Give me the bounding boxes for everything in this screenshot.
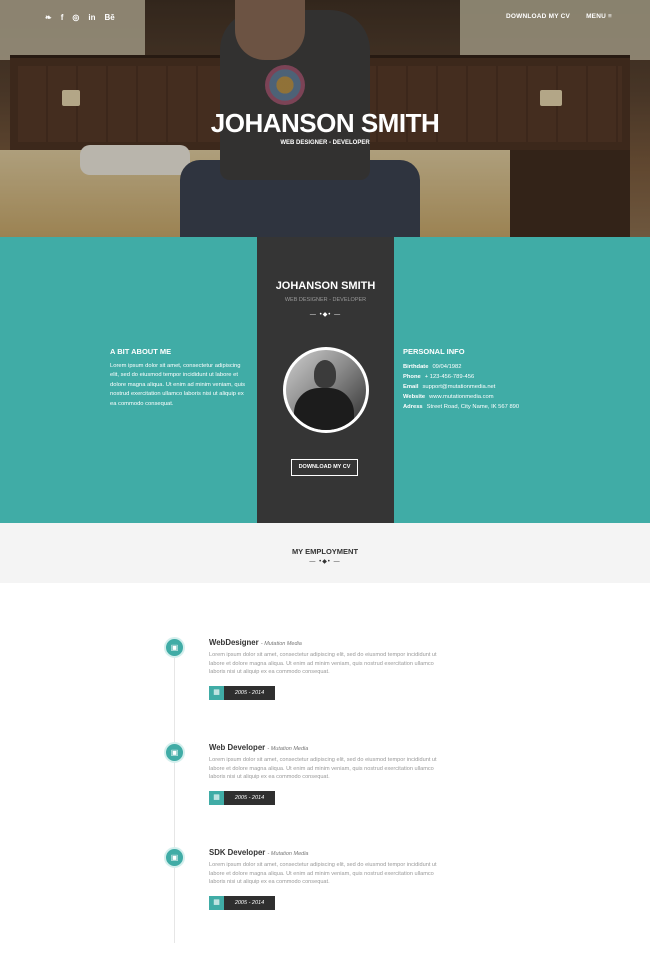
info-row-birthdate: Birthdate 09/04/1982 — [403, 364, 462, 370]
menu-button[interactable]: MENU ≡ — [586, 13, 612, 20]
job-title: WebDesigner — [209, 638, 259, 647]
job-title: SDK Developer — [209, 848, 266, 857]
calendar-icon: ▦ — [209, 896, 224, 910]
briefcase-icon: ▣ — [164, 637, 185, 658]
download-cv-button[interactable]: DOWNLOAD MY CV — [291, 459, 358, 476]
job-description: Lorem ipsum dolor sit amet, consectetur … — [209, 652, 437, 676]
behance-icon[interactable]: Bē — [104, 13, 114, 23]
hero-subtitle: WEB DESIGNER - DEVELOPER — [280, 140, 370, 146]
job-title-line: WebDesigner - Mutation Media — [209, 638, 302, 647]
info-row-website: Website www.mutationmedia.com — [403, 394, 494, 400]
job-dates: 2005 - 2014 — [234, 690, 265, 696]
calendar-icon: ▦ — [209, 686, 224, 700]
instagram-icon[interactable]: ◎ — [72, 13, 79, 23]
timeline-line — [174, 643, 175, 943]
about-heading: A BIT ABOUT ME — [110, 347, 172, 356]
job-description: Lorem ipsum dolor sit amet, consectetur … — [209, 862, 437, 886]
job-company: - Mutation Media — [260, 641, 302, 647]
profile-divider: — •◆• — — [309, 312, 342, 318]
linkedin-icon[interactable]: in — [88, 13, 95, 23]
avatar — [283, 347, 369, 433]
job-dates: 2005 - 2014 — [234, 795, 265, 801]
job-company: - Mutation Media — [267, 746, 309, 752]
calendar-icon: ▦ — [209, 791, 224, 805]
job-title: Web Developer — [209, 743, 266, 752]
job-title-line: SDK Developer - Mutation Media — [209, 848, 308, 857]
personal-info-list: Birthdate 09/04/1982 Phone + 123-456-789-4… — [403, 362, 603, 412]
briefcase-icon: ▣ — [164, 847, 185, 868]
employment-title: MY EMPLOYMENT — [291, 547, 359, 556]
hero-section: ❧ f ◎ in Bē DOWNLOAD MY CV MENU ≡ JOHANS… — [0, 0, 650, 237]
about-text: Lorem ipsum dolor sit amet, consectetur … — [110, 363, 246, 407]
info-row-email: Email support@mutationmedia.net — [403, 384, 496, 390]
facebook-icon[interactable]: f — [61, 13, 64, 23]
profile-role: WEB DESIGNER - DEVELOPER — [284, 297, 367, 303]
profile-name: JOHANSON SMITH — [275, 280, 376, 292]
top-bar: ❧ f ◎ in Bē DOWNLOAD MY CV MENU ≡ — [0, 0, 650, 36]
download-cv-link[interactable]: DOWNLOAD MY CV — [506, 13, 570, 20]
job-date-badge: ▦ 2005 - 2014 — [209, 791, 275, 805]
employment-timeline: ▣ WebDesigner - Mutation Media Lorem ips… — [0, 583, 650, 961]
briefcase-icon: ▣ — [164, 742, 185, 763]
job-date-badge: ▦ 2005 - 2014 — [209, 896, 275, 910]
job-date-badge: ▦ 2005 - 2014 — [209, 686, 275, 700]
job-description: Lorem ipsum dolor sit amet, consectetur … — [209, 757, 437, 781]
job-title-line: Web Developer - Mutation Media — [209, 743, 308, 752]
info-row-phone: Phone + 123-456-789-456 — [403, 374, 475, 380]
job-dates: 2005 - 2014 — [234, 900, 265, 906]
info-row-address: Adress Street Road, City Name, IK 567 890 — [403, 404, 520, 410]
top-links: DOWNLOAD MY CV MENU ≡ — [506, 13, 612, 20]
twitter-icon[interactable]: ❧ — [45, 13, 52, 23]
hero-name: JOHANSON SMITH — [210, 108, 440, 138]
social-links: ❧ f ◎ in Bē — [45, 13, 115, 23]
profile-section: JOHANSON SMITH WEB DESIGNER - DEVELOPER … — [0, 237, 650, 523]
employment-header: MY EMPLOYMENT — •◆• — — [0, 523, 650, 583]
job-company: - Mutation Media — [267, 851, 309, 857]
personal-info-heading: PERSONAL INFO — [403, 347, 465, 356]
employment-divider: — •◆• — — [309, 559, 341, 565]
